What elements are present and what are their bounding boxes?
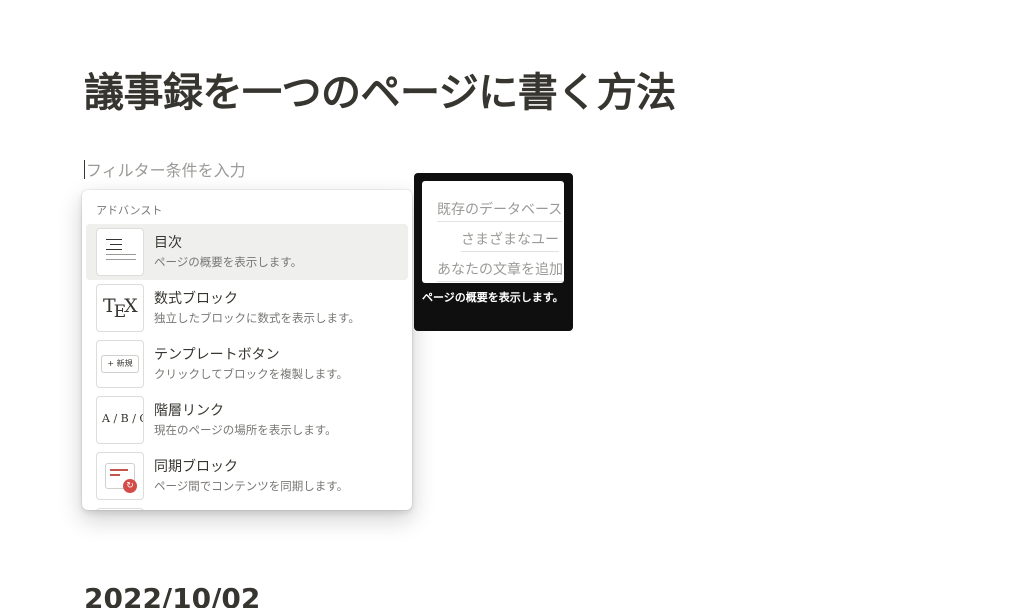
menu-item-description: 現在のページの場所を表示します。 [154,423,337,437]
preview-line: あなたの文章を追加 [437,259,563,282]
page-title[interactable]: 議事録を一つのページに書く方法 [84,60,676,118]
synced-block-icon: ↻ [96,452,144,500]
menu-item-title: テンプレートボタン [154,347,280,363]
menu-item-math-block[interactable]: TEX 数式ブロック 独立したブロックに数式を表示します。 [86,280,408,336]
block-preview-tooltip: 既存のデータベース さまざまなユー あなたの文章を追加 ページの概要を表示します… [414,173,573,331]
template-button-icon: + 新規 [96,340,144,388]
filter-input[interactable] [84,158,386,182]
menu-item-next[interactable] [86,504,408,510]
preview-line: さまざまなユー [461,229,559,252]
table-of-contents-icon [96,228,144,276]
menu-item-title: 目次 [154,235,182,251]
menu-item-description: ページ間でコンテンツを同期します。 [154,479,349,493]
menu-item-title: 階層リンク [154,403,224,419]
preview-card: 既存のデータベース さまざまなユー あなたの文章を追加 [422,181,564,283]
menu-item-synced-block[interactable]: ↻ 同期ブロック ページ間でコンテンツを同期します。 [86,448,408,504]
tex-icon: TEX [96,284,144,332]
breadcrumb-icon: A / B / C [96,396,144,444]
text-caret [84,160,85,179]
menu-item-title: 同期ブロック [154,459,238,475]
menu-section-label: アドバンスト [96,204,163,217]
menu-item-breadcrumb[interactable]: A / B / C 階層リンク 現在のページの場所を表示します。 [86,392,408,448]
next-item-icon [96,508,144,510]
notion-page: 議事録を一つのページに書く方法 アドバンスト 目次 ページの概要を表示します。 [0,0,1024,608]
menu-item-template-button[interactable]: + 新規 テンプレートボタン クリックしてブロックを複製します。 [86,336,408,392]
menu-item-table-of-contents[interactable]: 目次 ページの概要を表示します。 [86,224,408,280]
preview-caption: ページの概要を表示します。 [422,291,564,304]
menu-item-description: 独立したブロックに数式を表示します。 [154,311,360,325]
date-heading[interactable]: 2022/10/02 [84,582,260,608]
menu-item-description: クリックしてブロックを複製します。 [154,367,349,381]
sync-icon: ↻ [123,479,137,493]
block-type-menu: アドバンスト 目次 ページの概要を表示します。 TEX 数式ブロック 独立したブ [82,190,412,510]
preview-line: 既存のデータベース [437,199,563,222]
menu-item-description: ページの概要を表示します。 [154,255,303,269]
menu-item-title: 数式ブロック [154,291,238,307]
filter-row [84,158,386,182]
